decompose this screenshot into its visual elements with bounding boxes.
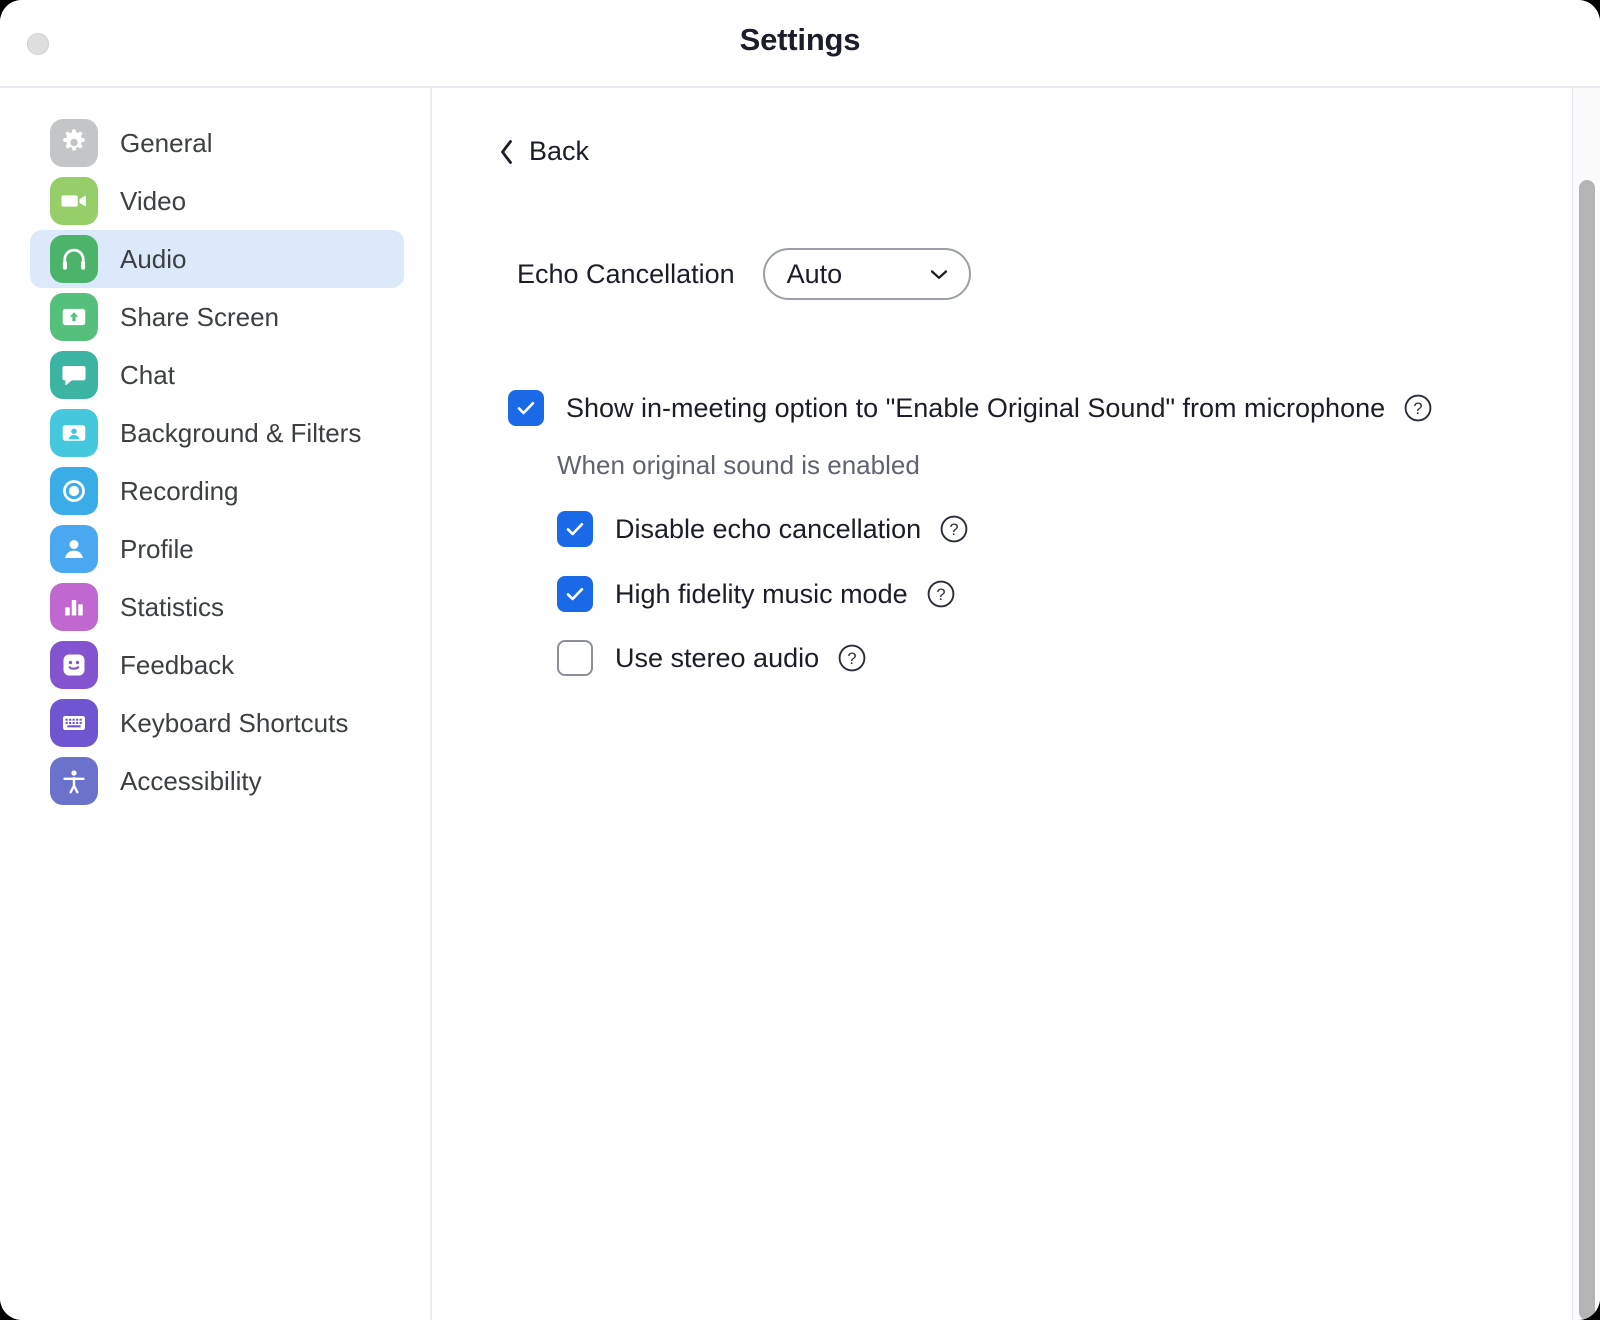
vertical-scrollbar[interactable] [1572, 88, 1600, 1320]
record-circle-icon [50, 467, 98, 515]
settings-window: Settings General Video Audio Share Scree… [0, 0, 1600, 1320]
keyboard-icon [50, 699, 98, 747]
sidebar-item-label: Profile [120, 533, 194, 564]
sidebar-item-label: Recording [120, 475, 239, 506]
checkbox-row-show-original-sound[interactable]: Show in-meeting option to "Enable Origin… [508, 390, 1433, 426]
sidebar-item-video[interactable]: Video [30, 172, 404, 230]
chevron-down-icon [930, 269, 947, 279]
person-icon [50, 525, 98, 573]
accessibility-icon [50, 757, 98, 805]
help-circle-icon[interactable]: ? [926, 579, 956, 609]
sidebar-item-recording[interactable]: Recording [30, 462, 404, 520]
echo-cancellation-row: Echo Cancellation Auto [517, 248, 971, 300]
sidebar-item-label: Video [120, 185, 187, 216]
echo-cancellation-select[interactable]: Auto [762, 248, 971, 300]
svg-text:?: ? [936, 586, 945, 604]
echo-cancellation-value: Auto [786, 258, 843, 289]
smiley-face-icon [50, 641, 98, 689]
checkbox-high-fidelity-music-mode[interactable] [557, 576, 593, 612]
sidebar-item-feedback[interactable]: Feedback [30, 636, 404, 694]
sidebar-item-accessibility[interactable]: Accessibility [30, 752, 404, 810]
sidebar-item-label: Audio [120, 243, 187, 274]
checkbox-label: High fidelity music mode [615, 578, 908, 609]
checkbox-show-original-sound[interactable] [508, 390, 544, 426]
checkbox-label: Show in-meeting option to "Enable Origin… [566, 392, 1386, 423]
checkbox-row-high-fidelity-music-mode[interactable]: High fidelity music mode ? [557, 576, 956, 612]
checkmark-icon [566, 587, 584, 601]
sidebar: General Video Audio Share Screen Chat Ba… [0, 88, 432, 1320]
checkbox-use-stereo-audio[interactable] [557, 640, 593, 676]
sidebar-item-label: Chat [120, 359, 175, 390]
scrollbar-thumb[interactable] [1579, 180, 1595, 1320]
sidebar-item-chat[interactable]: Chat [30, 346, 404, 404]
back-button[interactable]: Back [498, 136, 589, 167]
window-body: General Video Audio Share Screen Chat Ba… [0, 88, 1600, 1320]
sidebar-item-statistics[interactable]: Statistics [30, 578, 404, 636]
sidebar-item-profile[interactable]: Profile [30, 520, 404, 578]
sidebar-item-label: Share Screen [120, 301, 279, 332]
video-camera-icon [50, 177, 98, 225]
back-button-label: Back [529, 136, 590, 166]
sidebar-item-background-filters[interactable]: Background & Filters [30, 404, 404, 462]
checkbox-label: Use stereo audio [615, 642, 820, 673]
sidebar-item-audio[interactable]: Audio [30, 230, 404, 288]
sidebar-item-label: Keyboard Shortcuts [120, 707, 349, 738]
page-title: Settings [739, 22, 861, 57]
help-circle-icon[interactable]: ? [837, 643, 867, 673]
sidebar-item-label: Statistics [120, 591, 225, 622]
checkbox-row-use-stereo-audio[interactable]: Use stereo audio ? [557, 640, 867, 676]
checkmark-icon [566, 522, 584, 536]
sidebar-item-share-screen[interactable]: Share Screen [30, 288, 404, 346]
chat-bubble-icon [50, 351, 98, 399]
share-screen-icon [50, 293, 98, 341]
title-bar: Settings [0, 0, 1600, 88]
sidebar-item-label: General [120, 127, 213, 158]
help-circle-icon[interactable]: ? [1403, 393, 1433, 423]
checkbox-row-disable-echo-cancellation[interactable]: Disable echo cancellation ? [557, 511, 969, 547]
svg-text:?: ? [1414, 400, 1423, 418]
svg-text:?: ? [848, 650, 857, 668]
sidebar-item-keyboard-shortcuts[interactable]: Keyboard Shortcuts [30, 694, 404, 752]
checkbox-label: Disable echo cancellation [615, 513, 922, 544]
sidebar-item-label: Accessibility [120, 765, 262, 796]
echo-cancellation-label: Echo Cancellation [517, 258, 735, 289]
sidebar-item-label: Feedback [120, 649, 235, 680]
gear-icon [50, 119, 98, 167]
chevron-left-icon [501, 139, 512, 164]
bar-chart-icon [50, 583, 98, 631]
headphones-icon [50, 235, 98, 283]
checkmark-icon [517, 401, 535, 415]
person-frame-icon [50, 409, 98, 457]
sidebar-item-label: Background & Filters [120, 417, 362, 448]
sub-heading: When original sound is enabled [557, 450, 920, 480]
help-circle-icon[interactable]: ? [939, 514, 969, 544]
main-panel: Back Echo Cancellation Auto Show in-meet… [432, 88, 1600, 1320]
svg-text:?: ? [950, 521, 959, 539]
sidebar-item-general[interactable]: General [30, 114, 404, 172]
checkbox-disable-echo-cancellation[interactable] [557, 511, 593, 547]
